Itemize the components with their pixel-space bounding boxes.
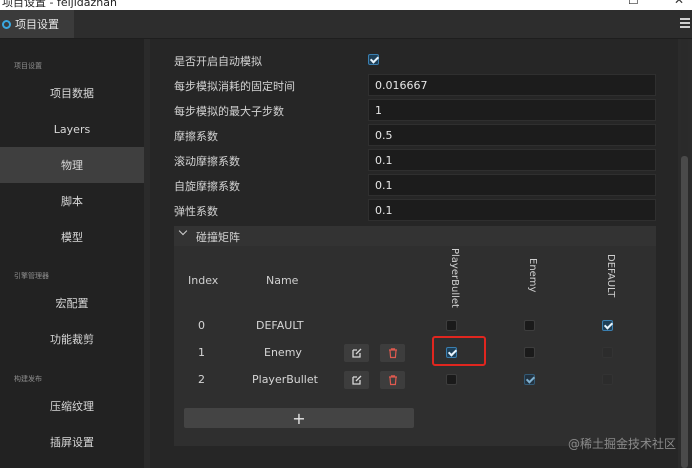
sidebar-item-feature-crop[interactable]: 功能裁剪	[0, 321, 144, 357]
auto-simulation-checkbox[interactable]	[368, 54, 379, 65]
collision-matrix: Index Name PlayerBullet Enemy DEFAULT 0 …	[174, 246, 656, 446]
restitution-row: 弹性系数 0.1	[174, 199, 656, 221]
delete-button[interactable]	[380, 371, 405, 389]
matrix-checkbox-0-0[interactable]	[446, 320, 457, 331]
matrix-checkbox-2-0[interactable]	[446, 374, 457, 385]
row-0-index: 0	[198, 319, 205, 332]
friction-input[interactable]: 0.5	[368, 124, 656, 146]
row-0-name: DEFAULT	[256, 319, 304, 332]
matrix-checkbox-0-1[interactable]	[524, 320, 535, 331]
collision-matrix-header[interactable]: 碰撞矩阵	[174, 226, 656, 246]
spinning-friction-input[interactable]: 0.1	[368, 174, 656, 196]
tab-bar: 项目设置	[0, 10, 692, 39]
edit-button[interactable]	[344, 371, 369, 389]
chevron-down-icon	[178, 226, 188, 236]
close-icon[interactable]: ✕	[674, 0, 684, 7]
rolling-friction-input[interactable]: 0.1	[368, 149, 656, 171]
sidebar-item-macro[interactable]: 宏配置	[0, 285, 144, 321]
matrix-checkbox-2-2	[602, 374, 613, 385]
auto-simulation-label: 是否开启自动模拟	[174, 55, 262, 68]
sidebar-item-physics[interactable]: 物理	[0, 147, 144, 183]
name-header: Name	[266, 274, 299, 287]
scrollbar-thumb[interactable]	[681, 156, 688, 468]
friction-label: 摩擦系数	[174, 130, 218, 143]
maximize-icon[interactable]: ☐	[628, 0, 639, 7]
restitution-label: 弹性系数	[174, 205, 218, 218]
sidebar-item-splash[interactable]: 插屏设置	[0, 424, 144, 460]
physics-settings-panel: 是否开启自动模拟 每步模拟消耗的固定时间 0.016667 每步模拟的最大子步数…	[150, 39, 678, 468]
spinning-friction-label: 自旋摩擦系数	[174, 180, 240, 193]
annotation-highlight	[432, 336, 486, 366]
add-layer-button[interactable]: +	[184, 408, 414, 428]
tab-label: 项目设置	[15, 18, 59, 31]
row-2-index: 2	[198, 373, 205, 386]
column-header-default: DEFAULT	[605, 254, 616, 298]
sidebar-item-models[interactable]: 模型	[0, 219, 144, 255]
max-sub-steps-label: 每步模拟的最大子步数	[174, 105, 284, 118]
sidebar: 项目设置 项目数据 Layers 物理 脚本 模型 引擎管理器 宏配置 功能裁剪…	[0, 39, 144, 468]
scrollbar[interactable]	[681, 39, 688, 468]
gear-icon	[2, 19, 11, 29]
watermark: @稀土掘金技术社区	[567, 437, 676, 451]
delete-button[interactable]	[380, 344, 405, 362]
max-sub-steps-row: 每步模拟的最大子步数 1	[174, 99, 656, 121]
sidebar-group-project: 项目设置	[14, 62, 42, 70]
matrix-checkbox-1-2	[602, 347, 613, 358]
tab-project-settings[interactable]: 项目设置	[0, 10, 74, 38]
sidebar-group-build: 构建发布	[14, 375, 42, 383]
auto-simulation-row: 是否开启自动模拟	[174, 49, 656, 71]
sidebar-item-project-data[interactable]: 项目数据	[0, 75, 144, 111]
edit-icon	[351, 375, 361, 385]
sidebar-item-layers[interactable]: Layers	[0, 111, 144, 147]
row-1-index: 1	[198, 346, 205, 359]
friction-row: 摩擦系数 0.5	[174, 124, 656, 146]
trash-icon	[388, 348, 397, 359]
hamburger-icon[interactable]	[680, 18, 690, 30]
sidebar-group-engine: 引擎管理器	[14, 272, 49, 280]
matrix-checkbox-1-1[interactable]	[524, 347, 535, 358]
matrix-checkbox-0-2[interactable]	[602, 320, 613, 331]
sidebar-item-scripts[interactable]: 脚本	[0, 183, 144, 219]
row-2-name: PlayerBullet	[252, 373, 318, 386]
rolling-friction-label: 滚动摩擦系数	[174, 155, 240, 168]
column-header-enemy: Enemy	[527, 258, 538, 293]
collision-matrix-title: 碰撞矩阵	[196, 231, 240, 244]
sidebar-item-texture-compress[interactable]: 压缩纹理	[0, 388, 144, 424]
restitution-input[interactable]: 0.1	[368, 199, 656, 221]
index-header: Index	[188, 274, 219, 287]
fixed-time-step-row: 每步模拟消耗的固定时间 0.016667	[174, 74, 656, 96]
edit-icon	[351, 348, 361, 358]
fixed-time-step-input[interactable]: 0.016667	[368, 74, 656, 96]
spinning-friction-row: 自旋摩擦系数 0.1	[174, 174, 656, 196]
trash-icon	[388, 375, 397, 386]
edit-button[interactable]	[344, 344, 369, 362]
window-titlebar: 项目设置 - feijidazhan ☐ ✕	[0, 0, 692, 10]
window-title: 项目设置 - feijidazhan	[2, 0, 117, 9]
matrix-checkbox-2-1[interactable]	[524, 374, 535, 385]
fixed-time-step-label: 每步模拟消耗的固定时间	[174, 80, 295, 93]
row-1-name: Enemy	[264, 346, 302, 359]
max-sub-steps-input[interactable]: 1	[368, 99, 656, 121]
column-header-playerbullet: PlayerBullet	[449, 248, 460, 308]
rolling-friction-row: 滚动摩擦系数 0.1	[174, 149, 656, 171]
